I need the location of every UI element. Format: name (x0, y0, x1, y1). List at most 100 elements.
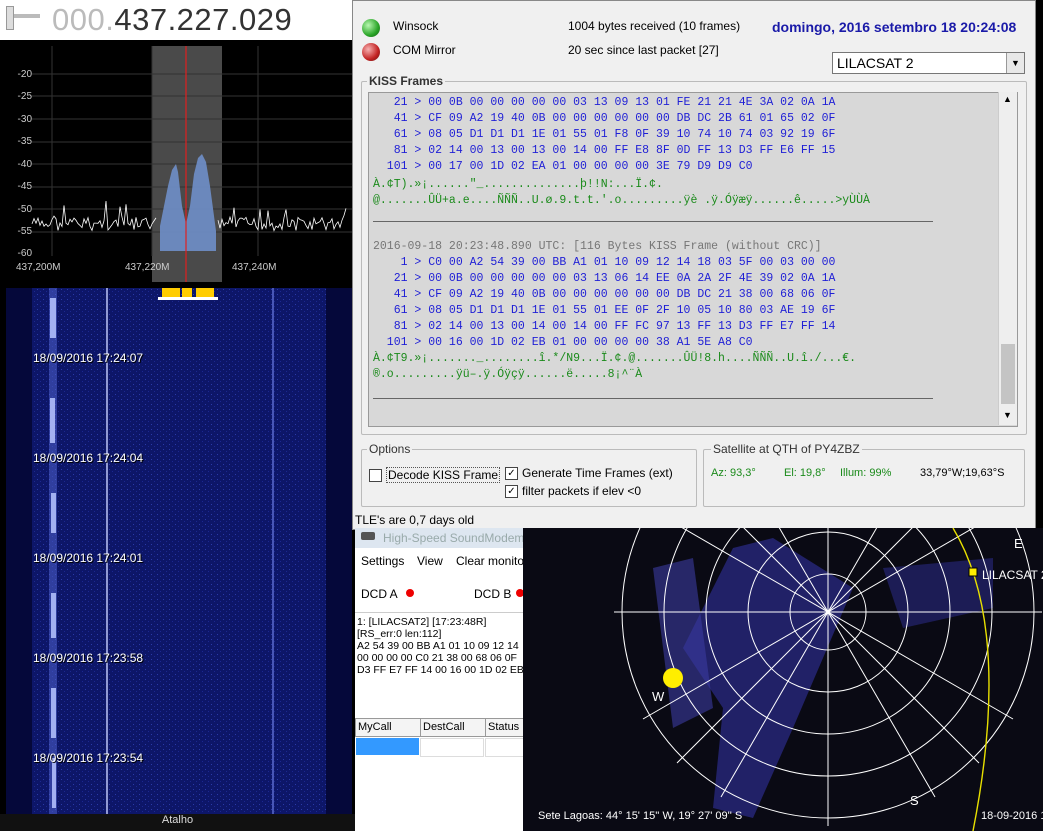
monitor-line: A2 54 39 00 BB A1 01 10 09 12 14 (357, 640, 519, 652)
hex-line: 1 > C0 00 A2 54 39 00 BB A1 01 10 09 12 … (373, 256, 836, 269)
x-tick: 437,200M (16, 262, 61, 273)
modem-monitor[interactable]: 1: [LILACSAT2] [17:23:48R] [RS_err:0 len… (355, 612, 525, 713)
ascii-line: À.¢T).»¡......"_..............þ!!N:...Ï.… (373, 178, 663, 191)
satellite-marker (968, 567, 978, 577)
frequency-display[interactable]: 000.437.227.029 (52, 2, 292, 38)
dcd-a-label: DCD A (361, 587, 398, 601)
filter-packets-label[interactable]: filter packets if elev <0 (522, 484, 641, 498)
y-tick: -25 (17, 91, 32, 102)
tle-age: TLE's are 0,7 days old (355, 513, 475, 527)
decode-kiss-checkbox[interactable] (369, 469, 382, 482)
since-last-packet: 20 sec since last packet [27] (568, 43, 719, 57)
hex-line: 61 > 08 05 D1 D1 D1 1E 01 55 01 F8 0F 39… (373, 128, 836, 141)
ascii-line: ®.o.........ÿü–.ÿ.Óÿçÿ......ë.....8¡^¨À (373, 368, 643, 381)
direction-west: W (652, 689, 665, 704)
chevron-down-icon[interactable]: ▼ (1006, 53, 1024, 73)
soundmodem-titlebar: High-Speed SoundModem (355, 528, 525, 548)
soundmodem-title: High-Speed SoundModem (383, 531, 525, 545)
illumination: Illum: 99% (840, 467, 892, 479)
x-tick: 437,220M (125, 262, 170, 273)
monitor-line: D3 FF E7 FF 14 00 16 00 1D 02 EB (357, 664, 524, 676)
frequency-value: 437.227.029 (114, 2, 293, 37)
elevation: El: 19,8° (784, 467, 826, 479)
sun-icon (663, 668, 683, 688)
ascii-line: À.¢T9.»¡......._........î.*/N9...Ï.¢.@..… (373, 352, 857, 365)
date-time: domingo, 2016 setembro 18 20:24:08 (772, 19, 1017, 35)
soundmodem-window: High-Speed SoundModem Settings View Clea… (355, 528, 529, 831)
hex-line: 101 > 00 16 00 1D 02 EB 01 00 00 00 00 3… (373, 336, 753, 349)
satellite-label: LILACSAT 2 (982, 568, 1043, 582)
dcd-a-indicator (406, 589, 414, 597)
scroll-up-icon[interactable]: ▲ (1003, 94, 1012, 104)
spectrum-svg (31, 46, 352, 282)
generate-time-frames-checkbox[interactable]: ✓ (505, 467, 518, 480)
com-mirror-label: COM Mirror (393, 43, 456, 57)
direction-east: E (1014, 536, 1023, 551)
shortcut-label[interactable]: Atalho (0, 814, 355, 831)
kiss-scrollbar[interactable]: ▲ ▼ (998, 92, 1017, 425)
frame-separator (373, 221, 933, 222)
y-tick: -50 (17, 204, 32, 215)
table-cell[interactable] (420, 738, 484, 757)
spectrum-plot[interactable] (6, 46, 352, 282)
dcd-b-label: DCD B (474, 587, 512, 601)
y-tick: -40 (17, 159, 32, 170)
y-tick: -20 (17, 69, 32, 80)
frame-separator (373, 398, 933, 399)
waterfall-timestamp: 18/09/2016 17:23:54 (33, 751, 144, 765)
waterfall-timestamp: 18/09/2016 17:23:58 (33, 651, 144, 665)
kiss-frames-title: KISS Frames (367, 74, 446, 88)
satellite-select[interactable]: LILACSAT 2 ▼ (832, 52, 1025, 74)
menu-view[interactable]: View (417, 554, 443, 568)
hex-line: 61 > 08 05 D1 D1 D1 1E 01 55 01 EE 0F 2F… (373, 304, 836, 317)
kiss-frames-textarea[interactable]: 21 > 00 0B 00 00 00 00 00 03 13 09 13 01… (368, 92, 1018, 427)
generate-time-frames-label[interactable]: Generate Time Frames (ext) (522, 466, 673, 480)
waterfall-timestamp: 18/09/2016 17:24:04 (33, 451, 144, 465)
observer-location: Sete Lagoas: 44° 15' 15'' W, 19° 27' 09'… (538, 810, 743, 822)
waterfall-timestamp: 18/09/2016 17:24:07 (33, 351, 144, 365)
y-tick: -60 (17, 248, 32, 259)
col-destcall[interactable]: DestCall (420, 718, 486, 737)
monitor-line: 1: [LILACSAT2] [17:23:48R] (357, 616, 487, 628)
table-cell[interactable] (485, 738, 527, 757)
com-mirror-status-led (362, 43, 380, 61)
decode-kiss-label[interactable]: Decode KISS Frame (386, 467, 501, 483)
y-tick: -55 (17, 226, 32, 237)
waterfall-timestamp: 18/09/2016 17:24:01 (33, 551, 144, 565)
y-tick: -30 (17, 114, 32, 125)
hex-line: 41 > CF 09 A2 19 40 0B 00 00 00 00 00 00… (373, 288, 836, 301)
winsock-label: Winsock (393, 19, 439, 33)
winsock-status-led (362, 19, 380, 37)
menu-clear-monitor[interactable]: Clear monito (456, 554, 524, 568)
x-tick: 437,240M (232, 262, 277, 273)
scroll-thumb[interactable] (1001, 344, 1015, 404)
gain-slider-knob[interactable] (6, 6, 14, 30)
satellite-position: 33,79°W;19,63°S (920, 467, 1005, 479)
monitor-line: [RS_err:0 len:112] (357, 628, 442, 640)
scroll-down-icon[interactable]: ▼ (1003, 410, 1012, 420)
frequency-bar: 000.437.227.029 (0, 0, 355, 40)
filter-packets-checkbox[interactable]: ✓ (505, 485, 518, 498)
polar-plot-view[interactable]: E W S LILACSAT 2 Sete Lagoas: 44° 15' 15… (523, 528, 1043, 831)
hex-line: 81 > 02 14 00 13 00 13 00 14 00 FF E8 8F… (373, 144, 836, 157)
frame-header: 2016-09-18 20:23:48.890 UTC: [116 Bytes … (373, 240, 822, 253)
menu-settings[interactable]: Settings (361, 554, 404, 568)
monitor-line: 00 00 00 00 C0 21 38 00 68 06 0F (357, 652, 517, 664)
satellite-qth-title: Satellite at QTH of PY4ZBZ (711, 442, 862, 456)
y-tick: -35 (17, 136, 32, 147)
polar-date: 18-09-2016 1 (981, 810, 1043, 822)
hex-line: 101 > 00 17 00 1D 02 EA 01 00 00 00 00 3… (373, 160, 753, 173)
hex-line: 81 > 02 14 00 13 00 14 00 14 00 FF FC 97… (373, 320, 836, 333)
hex-line: 21 > 00 0B 00 00 00 00 00 03 13 06 14 EE… (373, 272, 836, 285)
hex-line: 21 > 00 0B 00 00 00 00 00 03 13 09 13 01… (373, 96, 836, 109)
frequency-prefix: 000. (52, 2, 115, 37)
bytes-received: 1004 bytes received (10 frames) (568, 19, 741, 33)
col-mycall[interactable]: MyCall (355, 718, 421, 737)
azimuth: Az: 93,3° (711, 467, 756, 479)
hex-line: 41 > CF 09 A2 19 40 0B 00 00 00 00 00 00… (373, 112, 836, 125)
table-row-selected[interactable] (356, 738, 419, 755)
ascii-line: @.......ÛÜ+a.e....ÑÑÑ..U.ø.9.t.t.'.o....… (373, 194, 870, 207)
direction-south: S (910, 793, 919, 808)
polar-svg (614, 528, 1042, 831)
options-title: Options (367, 442, 413, 456)
